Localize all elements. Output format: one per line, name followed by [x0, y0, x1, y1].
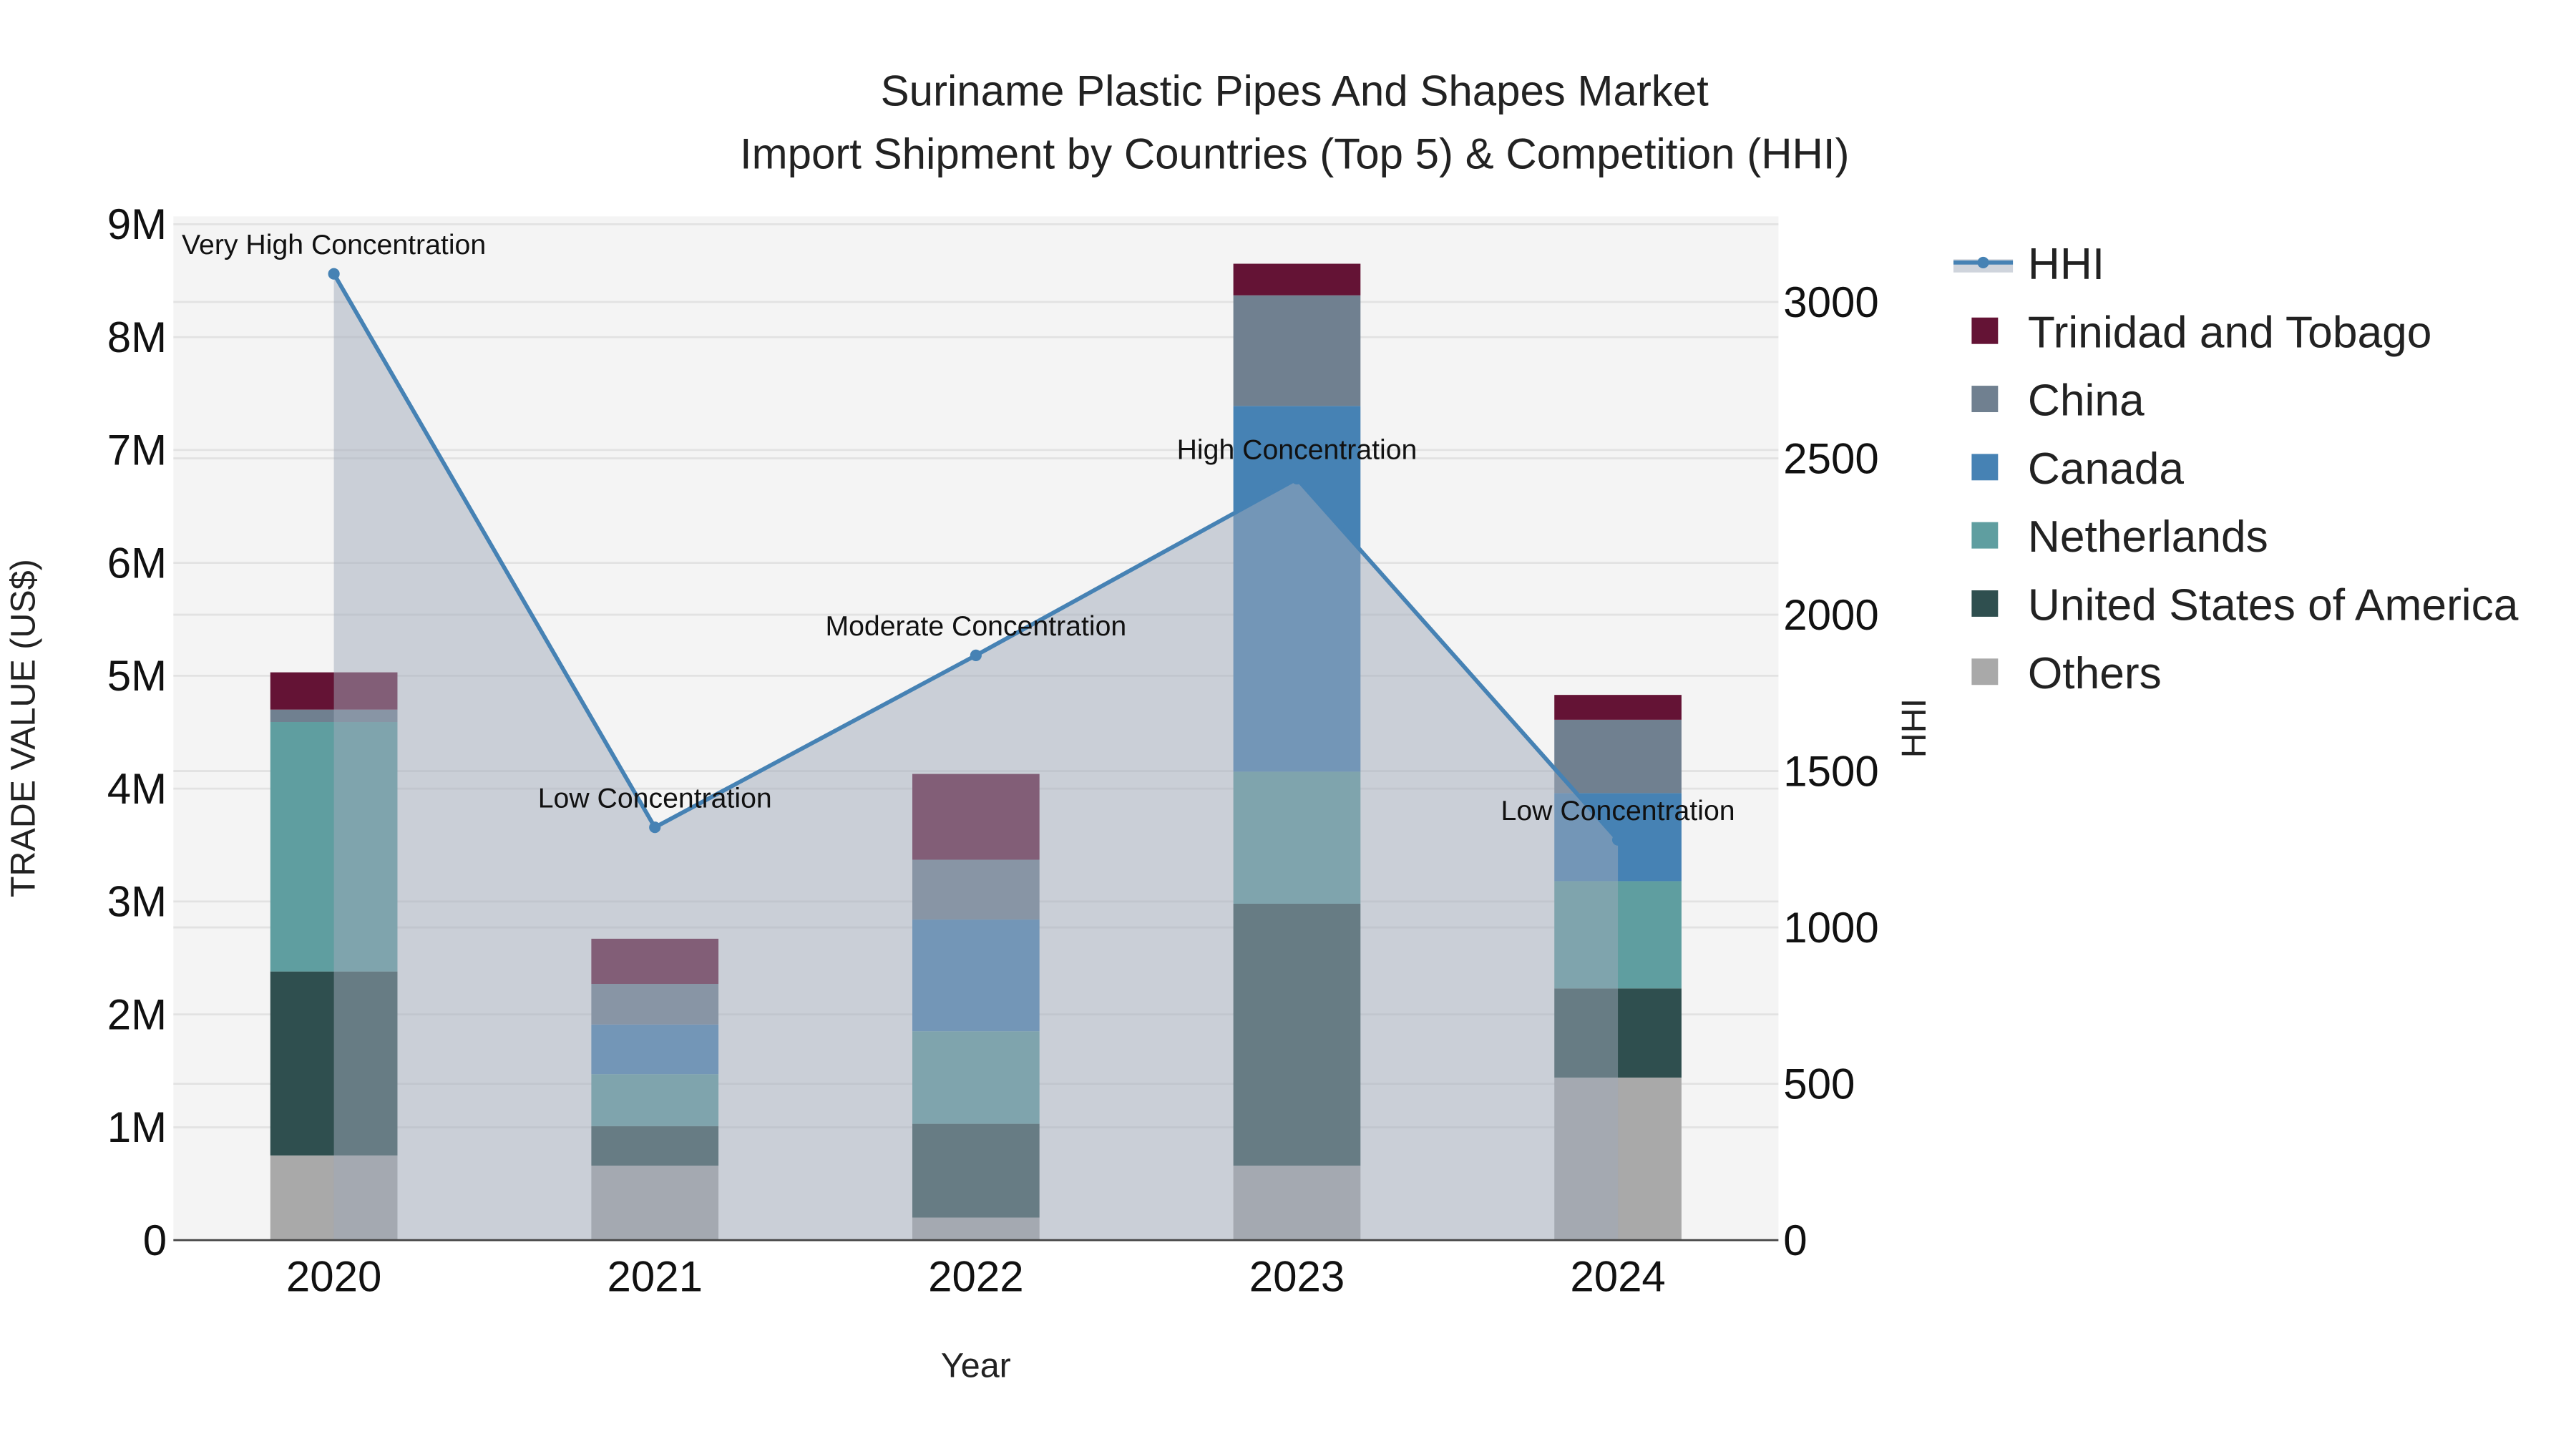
legend-label: Trinidad and Tobago: [2028, 308, 2432, 357]
y-tick-label: 5M: [107, 652, 167, 700]
y2-tick-label: 0: [1783, 1216, 1807, 1264]
legend-label: China: [2028, 376, 2145, 426]
legend: HHI Trinidad and Tobago China Canada Netherl…: [1953, 240, 2519, 698]
legend-label: Netherlands: [2028, 512, 2268, 562]
hhi-point: [649, 821, 661, 834]
legend-swatch: [1971, 454, 1999, 481]
y-tick-label: 4M: [107, 765, 167, 813]
y-tick-label: 1M: [107, 1103, 167, 1151]
x-tick-label: 2024: [1570, 1253, 1665, 1301]
legend-swatch: [1971, 522, 1999, 549]
y2-tick-label: 1000: [1783, 904, 1878, 952]
x-tick-label: 2021: [607, 1253, 702, 1301]
bar-segment-trinidad-and-tobago: [1233, 263, 1361, 296]
legend-label: Canada: [2028, 444, 2185, 494]
y-tick-label: 3M: [107, 878, 167, 926]
x-axis-title: Year: [941, 1347, 1011, 1385]
hhi-annotation: Moderate Concentration: [825, 610, 1126, 642]
bar-segment-trinidad-and-tobago: [1554, 695, 1682, 720]
y-tick-label: 8M: [107, 313, 167, 361]
chart-subtitle: Import Shipment by Countries (Top 5) & C…: [740, 130, 1850, 177]
y-tick-label: 0: [143, 1216, 167, 1264]
legend-hhi-marker: [1977, 256, 1989, 268]
hhi-point: [1291, 472, 1303, 485]
hhi-annotation: Low Concentration: [1501, 795, 1735, 826]
bar-segment-china: [1554, 719, 1682, 794]
hhi-point: [1612, 834, 1624, 846]
hhi-point: [328, 268, 340, 280]
y2-tick-label: 2500: [1783, 434, 1878, 482]
legend-label: HHI: [2028, 240, 2104, 289]
y2-axis-title: HHI: [1895, 698, 1933, 758]
y-tick-label: 6M: [107, 539, 167, 587]
y2-tick-label: 1500: [1783, 747, 1878, 795]
hhi-annotation: Low Concentration: [538, 783, 772, 814]
legend-swatch: [1971, 590, 1999, 617]
chart: Very High Concentration Low Concentration…: [4, 67, 2519, 1385]
legend-label: Others: [2028, 649, 2162, 698]
y-tick-label: 2M: [107, 990, 167, 1038]
bar-segment-china: [1233, 295, 1361, 406]
x-tick-label: 2020: [286, 1253, 381, 1301]
x-tick-label: 2022: [928, 1253, 1023, 1301]
chart-title: Suriname Plastic Pipes And Shapes Market: [881, 67, 1709, 115]
y2-tick-label: 500: [1783, 1060, 1855, 1108]
y-tick-label: 9M: [107, 200, 167, 248]
hhi-point: [970, 649, 982, 661]
legend-label: United States of America: [2028, 581, 2519, 630]
y-axis-title: TRADE VALUE (US$): [4, 559, 42, 897]
x-axis-ticks: 2020 2021 2022 2023 2024: [286, 1253, 1666, 1301]
y-tick-label: 7M: [107, 426, 167, 474]
legend-swatch: [1971, 317, 1999, 344]
hhi-annotation: High Concentration: [1177, 434, 1418, 465]
y2-tick-label: 3000: [1783, 278, 1878, 326]
legend-swatch: [1971, 386, 1999, 412]
x-tick-label: 2023: [1249, 1253, 1345, 1301]
y2-tick-label: 2000: [1783, 591, 1878, 639]
hhi-annotation: Very High Concentration: [182, 229, 486, 260]
y2-axis-ticks: 0 500 1000 1500 2000 2500 3000: [1783, 278, 1878, 1264]
y-axis-ticks: 0 1M 2M 3M 4M 5M 6M 7M 8M 9M: [107, 200, 167, 1264]
legend-swatch: [1971, 658, 1999, 686]
